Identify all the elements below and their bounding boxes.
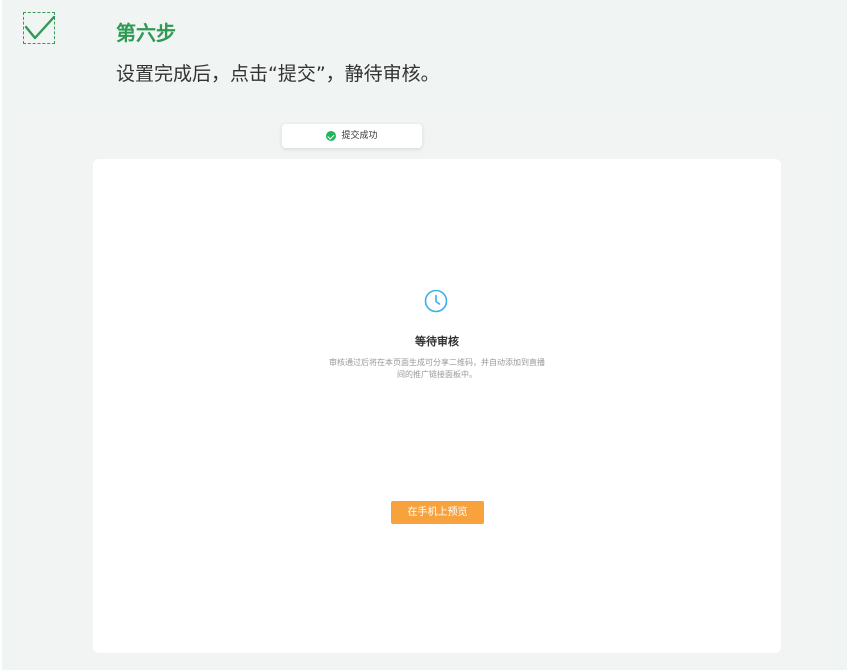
status-description: 审核通过后将在本页面生成可分享二维码，并自动添加到直播 间的推广链接面板中。 bbox=[312, 357, 562, 381]
status-description-line: 间的推广链接面板中。 bbox=[397, 370, 477, 379]
step-description: 设置完成后，点击“提交”，静待审核。 bbox=[116, 63, 440, 85]
clock-icon bbox=[424, 289, 448, 313]
checkmark-icon bbox=[23, 12, 56, 44]
toast-text: 提交成功 bbox=[341, 131, 378, 141]
page-background: 第六步 设置完成后，点击“提交”，静待审核。 提交成功 等待审核 审核通过后将在… bbox=[0, 0, 849, 670]
preview-on-phone-button[interactable]: 在手机上预览 bbox=[391, 501, 484, 524]
status-title: 等待审核 bbox=[415, 335, 459, 348]
success-toast: 提交成功 bbox=[282, 124, 422, 148]
step-title: 第六步 bbox=[116, 21, 176, 45]
success-check-icon bbox=[326, 131, 337, 141]
review-status-card bbox=[93, 159, 781, 653]
status-description-line: 审核通过后将在本页面生成可分享二维码，并自动添加到直播 bbox=[329, 358, 545, 367]
